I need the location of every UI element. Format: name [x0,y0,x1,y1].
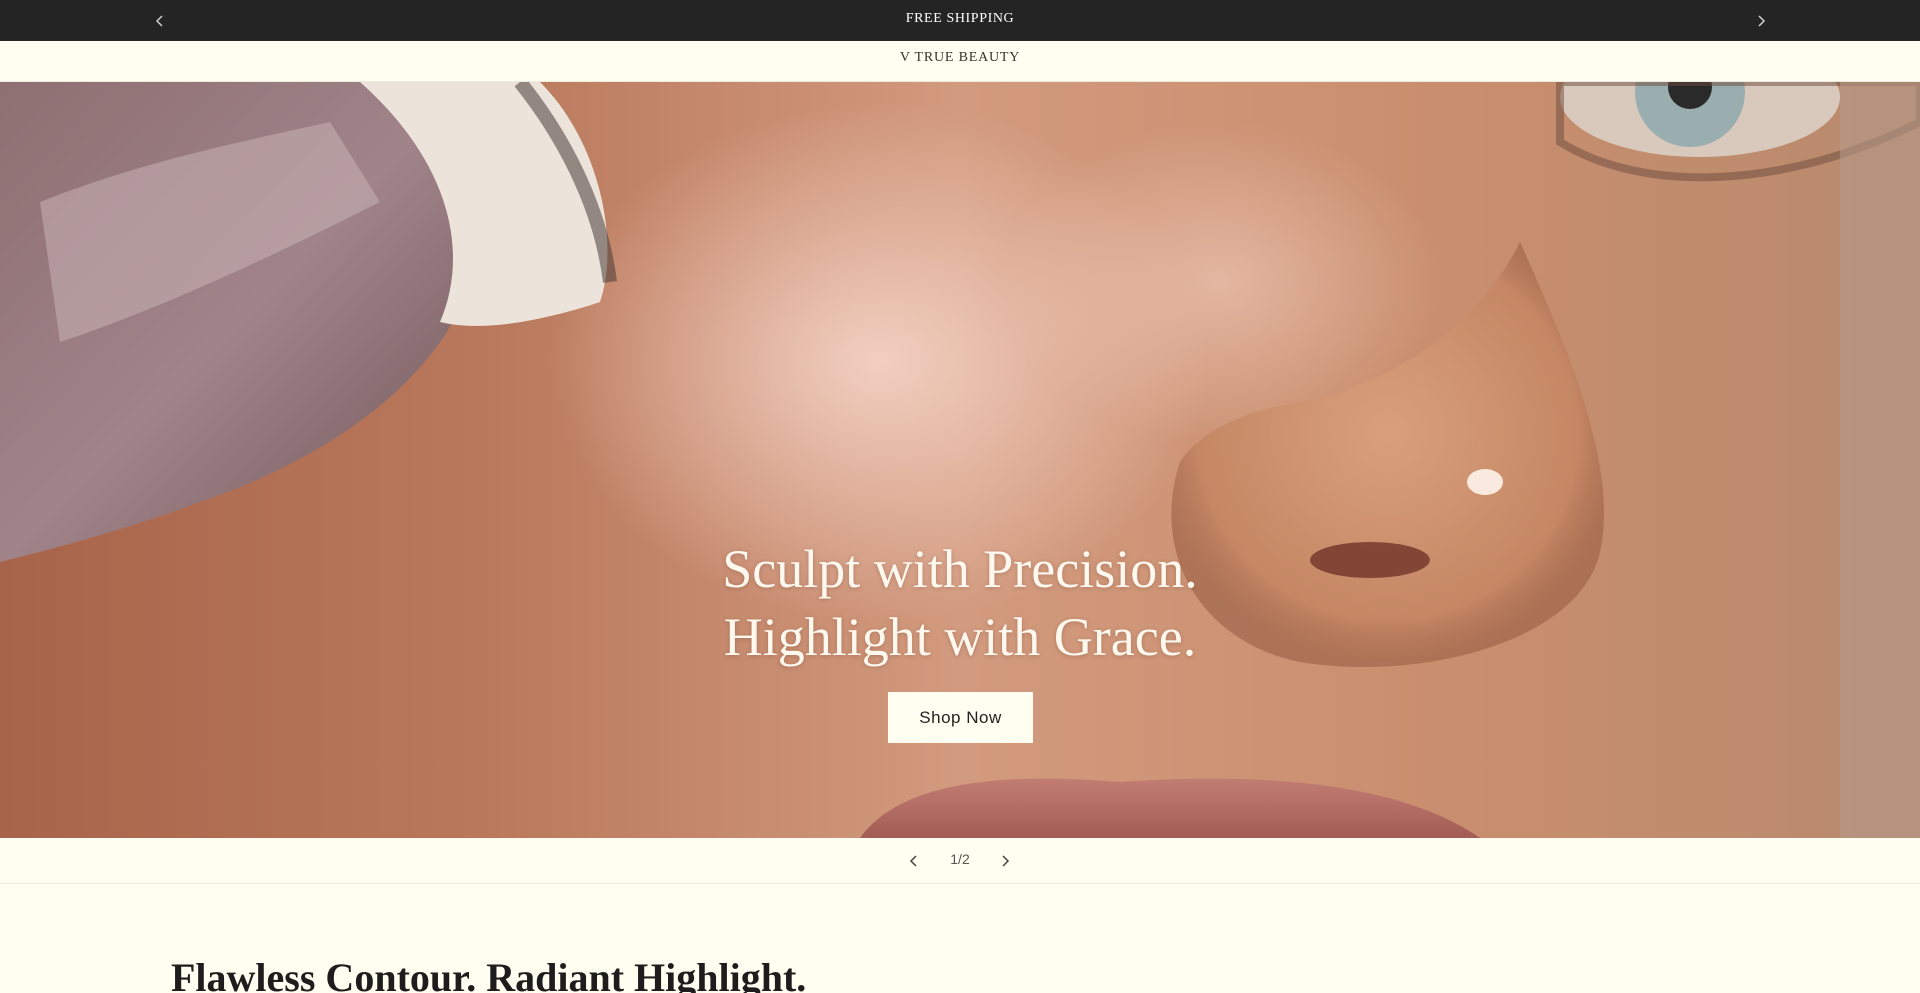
slide-counter: 1/2 [950,851,970,867]
announcement-next-button[interactable] [1749,9,1773,33]
chevron-left-icon [909,855,917,867]
slideshow-controls: 1/2 [0,838,1920,884]
hero-headline-line-1: Sculpt with Precision. [722,539,1198,599]
chevron-right-icon [1758,15,1766,27]
hero-banner: Sculpt with Precision. Highlight with Gr… [0,82,1920,838]
chevron-right-icon [1002,855,1010,867]
shop-now-button[interactable]: Shop Now [888,692,1033,743]
announcement-bar: FREE SHIPPING [0,0,1920,41]
slide-prev-button[interactable] [903,850,925,872]
hero-headline-line-2: Highlight with Grace. [723,607,1197,667]
announcement-text: FREE SHIPPING [905,11,1015,26]
section-title: Flawless Contour. Radiant Highlight. [171,955,807,993]
brand-logo[interactable]: V TRUE BEAUTY [0,50,1920,66]
slide-next-button[interactable] [994,850,1016,872]
hero-headline: Sculpt with Precision. Highlight with Gr… [0,535,1920,671]
site-header: V TRUE BEAUTY [0,41,1920,82]
